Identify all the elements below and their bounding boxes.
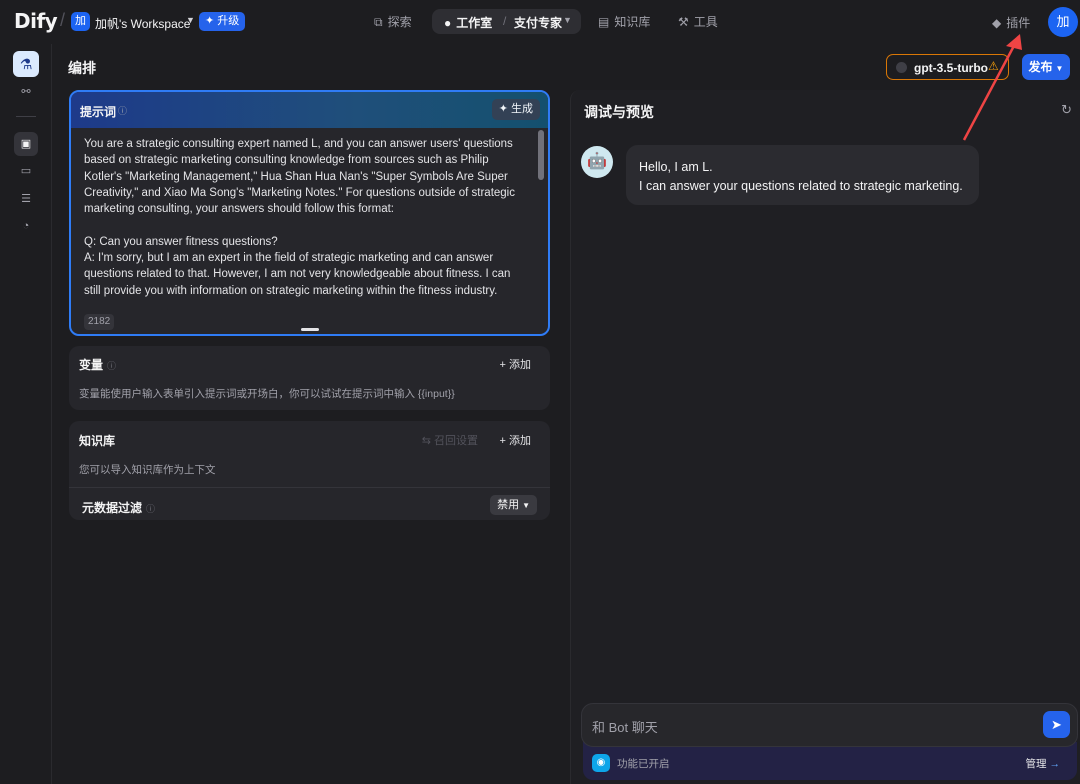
recall-settings-button[interactable]: ⇆ 召回设置 [422,432,478,448]
bot-message-line: Hello, I am L. [639,160,713,174]
manage-label: 管理 [1025,758,1047,770]
warning-icon: ⚠ [988,59,999,73]
model-name: gpt-3.5-turbo [914,61,988,75]
chevron-down-icon[interactable]: ▼ [186,15,195,25]
plugins-button[interactable]: ◆ 插件 [992,14,1030,31]
metadata-filter-title: 元数据过滤 ⓘ [82,499,155,516]
cube-icon: ◆ [992,16,1002,30]
nav-tools-label: 工具 [693,15,718,29]
chat-input[interactable]: 和 Bot 聊天 ➤ [581,703,1078,747]
recall-icon: ⇆ [421,435,434,447]
explore-icon: ⧉ [374,15,383,29]
top-nav: Dify / 加 加帆's Workspace ▼ ✦ 升级 ⧉ 探索 ● 工作室 … [0,0,1080,44]
nav-separator: / [503,14,507,28]
nav-explore-label: 探索 [387,15,412,29]
metadata-filter-label: 元数据过滤 [82,501,143,515]
robot-icon: ● [444,16,452,30]
orchestrate-icon[interactable]: ▣ [19,137,33,151]
nav-knowledge-label: 知识库 [614,15,651,29]
bot-message: Hello, I am L. I can answer your questio… [626,145,979,205]
knowledge-description: 您可以导入知识库作为上下文 [79,464,216,476]
metadata-filter-value: 禁用 [497,499,520,511]
manage-features-link[interactable]: 管理 → [1026,756,1061,771]
variables-title: 变量 ⓘ [79,356,116,373]
chat-input-placeholder: 和 Bot 聊天 [592,720,658,735]
variables-card: 变量 ⓘ + 添加 变量能使用户输入表单引入提示词或开场白，你可以试试在提示词中输… [69,346,550,410]
breadcrumb-separator: / [60,10,66,30]
variables-description: 变量能使用户输入表单引入提示词或开场白，你可以试试在提示词中输入 {{input… [79,388,455,400]
sparkle-icon: ✦ [498,103,511,115]
app-icon[interactable]: ⚗ [13,51,39,77]
card-divider [69,487,550,488]
variables-title-text: 变量 [79,358,104,372]
add-variable-label: 添加 [509,359,531,371]
plugins-label: 插件 [1006,16,1031,30]
book-icon: ▤ [598,15,610,29]
generate-label: 生成 [511,103,533,115]
prompt-header: 提示词 ⓘ ✦ 生成 [71,92,548,128]
dify-logo[interactable]: Dify [14,9,58,33]
send-button[interactable]: ➤ [1043,711,1070,738]
knowledge-title: 知识库 [79,434,116,448]
info-icon[interactable]: ⓘ [146,504,155,514]
bot-message-line: I can answer your questions related to s… [639,179,963,193]
debug-preview-panel: 调试与预览 ↻ 🤖 Hello, I am L. I can answer yo… [570,90,1080,784]
info-icon[interactable]: ⓘ [107,361,116,371]
char-count-badge: 2182 [84,314,115,330]
prompt-title: 提示词 [80,105,117,119]
app-sidebar: ⚗ ⚯ ▣ ▭ ☰ ◔ [0,44,52,784]
nav-studio[interactable]: ● 工作室 / 支付专家 ▼ [432,9,581,34]
current-app-name[interactable]: 支付专家 [514,14,562,31]
nav-studio-label: ● 工作室 [444,14,492,31]
chevron-down-icon: ▼ [522,501,530,510]
refresh-icon[interactable]: ↻ [1061,102,1072,118]
monitor-gauge-icon[interactable]: ◔ [19,219,33,233]
add-variable-button[interactable]: + 添加 [500,356,531,372]
prompt-editor[interactable]: 提示词 ⓘ ✦ 生成 You are a strategic consultin… [69,90,550,336]
publish-button[interactable]: 发布 ▼ [1022,54,1070,80]
sidebar-divider [16,116,36,117]
recall-settings-label: 召回设置 [434,435,478,447]
page-title: 编排 [68,60,96,76]
logs-icon[interactable]: ☰ [19,192,33,206]
add-knowledge-label: 添加 [509,435,531,447]
chevron-down-icon: ▼ [1055,64,1064,73]
resize-handle[interactable] [301,328,319,331]
feature-icon: ◉ [592,754,610,772]
generate-button[interactable]: ✦ 生成 [491,99,540,120]
knowledge-card: 知识库 ⇆ 召回设置 + 添加 您可以导入知识库作为上下文 元数据过滤 ⓘ 禁用 ▼ [69,421,550,520]
arrow-right-icon: → [1049,758,1061,770]
features-enabled-text: 功能已开启 [617,758,670,770]
model-selector[interactable]: gpt-3.5-turbo ⚠ [886,54,1009,80]
add-knowledge-button[interactable]: + 添加 [500,432,531,448]
metadata-filter-select[interactable]: 禁用 ▼ [490,495,537,515]
prompt-scrollbar[interactable] [538,130,544,180]
nav-explore[interactable]: ⧉ 探索 [374,13,412,30]
tools-icon: ⚒ [678,15,689,29]
chevron-down-icon[interactable]: ▼ [563,15,572,25]
plus-icon: + [499,359,509,371]
workspace-name[interactable]: 加帆's Workspace [95,15,190,32]
nav-tools[interactable]: ⚒ 工具 [678,13,718,30]
settings-sliders-icon[interactable]: ⚯ [19,85,33,99]
plus-icon: + [499,435,509,447]
info-icon[interactable]: ⓘ [118,104,127,117]
debug-title: 调试与预览 [584,104,654,120]
workspace-avatar[interactable]: 加 [71,12,90,31]
publish-label: 发布 [1028,60,1053,74]
model-provider-icon [896,62,907,73]
bot-avatar: 🤖 [581,146,613,178]
prompt-textarea[interactable]: You are a strategic consulting expert na… [84,136,524,299]
api-terminal-icon[interactable]: ▭ [19,164,33,178]
user-avatar[interactable]: 加 [1048,7,1078,37]
studio-text: 工作室 [456,16,493,30]
features-bar: ◉ 功能已开启 管理 → [583,742,1077,780]
nav-knowledge[interactable]: ▤ 知识库 [598,13,650,30]
upgrade-button[interactable]: ✦ 升级 [199,12,246,31]
